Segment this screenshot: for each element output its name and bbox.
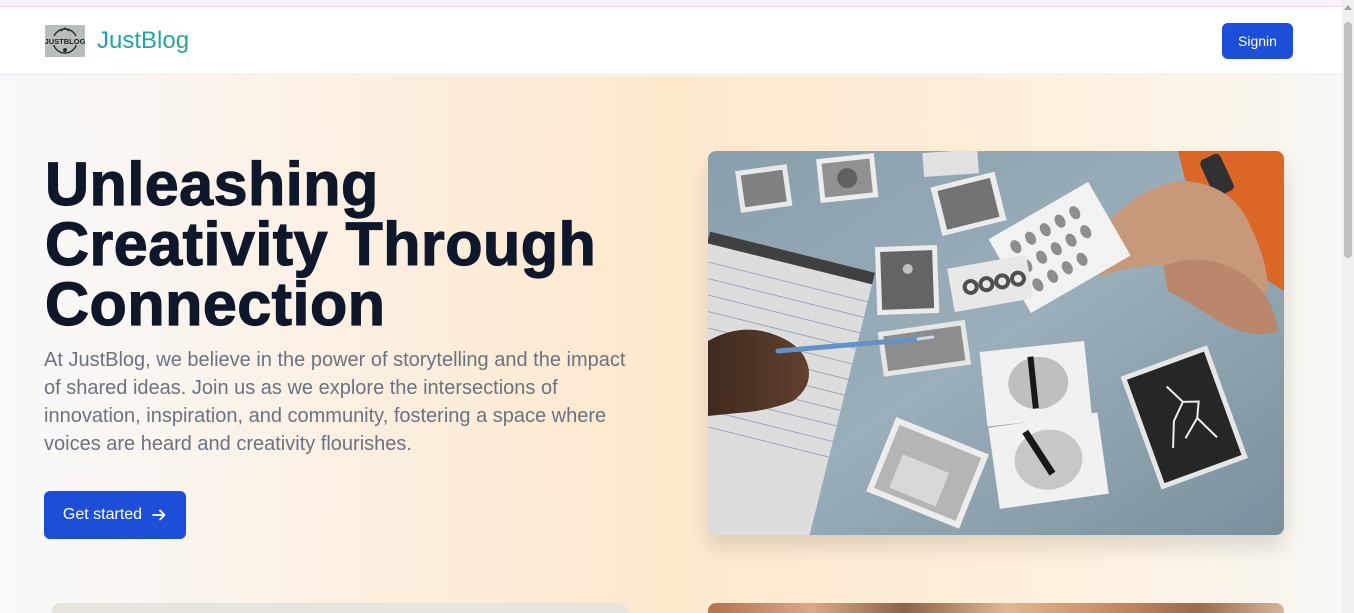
post-card-image[interactable] [52,603,628,613]
browser-top-strip [0,0,1342,7]
brand-name[interactable]: JustBlog [97,25,189,57]
arrow-right-icon [152,509,166,521]
scrollbar[interactable] [1342,0,1354,613]
navbar: JUSTBLOG JustBlog Signin [0,7,1342,75]
get-started-label: Get started [62,506,143,523]
hero-title-line: Unleashing [44,150,379,218]
hero-section: Unleashing Creativity Through Connection… [0,76,1342,613]
logo-emblem-icon: JUSTBLOG [45,25,85,57]
hero-title-line: Creativity Through [44,210,597,278]
hero-image [708,151,1284,535]
get-started-button[interactable]: Get started [44,491,186,539]
logo-text: JUSTBLOG [45,37,85,46]
home-logo-link[interactable]: JUSTBLOG JustBlog [45,24,189,58]
hero-title-line: Connection [44,270,386,338]
post-card-image[interactable] [708,603,1284,613]
evidence-photos-illustration [708,151,1284,535]
justblog-logo: JUSTBLOG [45,25,85,57]
scrollbar-thumb[interactable] [1344,22,1352,258]
hero-description: At JustBlog, we believe in the power of … [44,349,626,455]
hero-title: Unleashing Creativity Through Connection [44,150,685,338]
scroll-up-arrow-icon[interactable] [1342,0,1354,14]
signin-button[interactable]: Signin [1222,23,1293,59]
